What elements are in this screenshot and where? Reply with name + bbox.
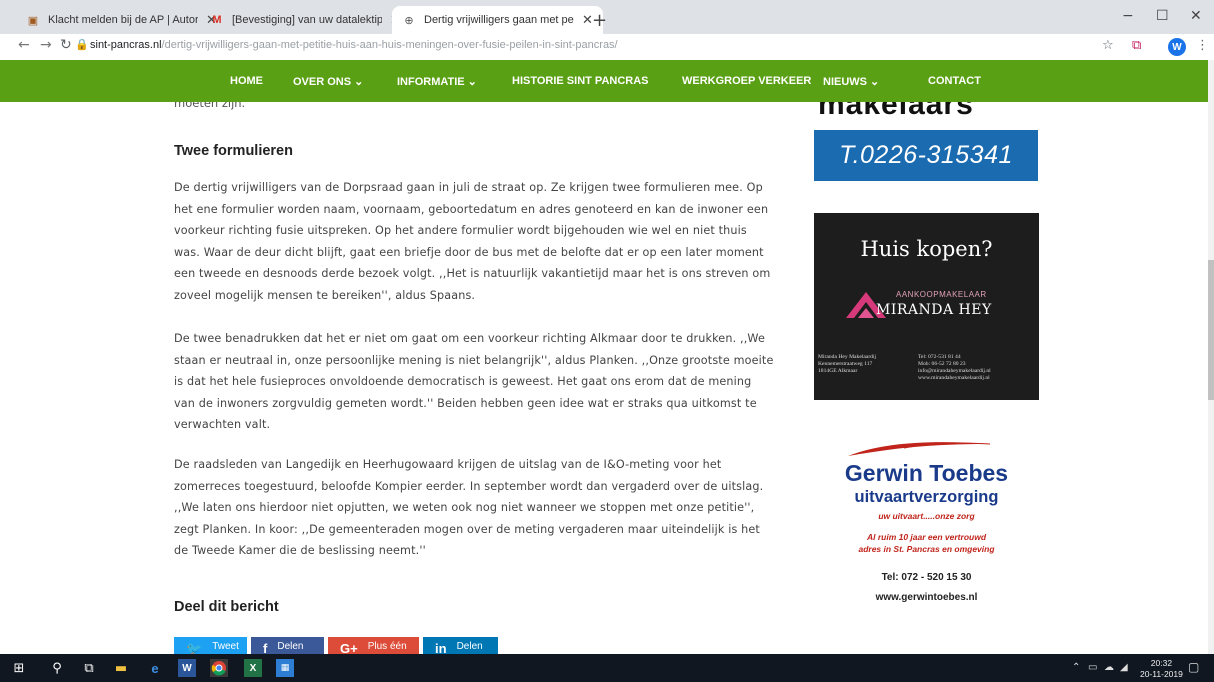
nav-home[interactable]: HOME (230, 75, 263, 87)
wifi-icon[interactable]: ◢ (1120, 662, 1128, 673)
word-icon[interactable]: W (178, 659, 196, 677)
gmail-icon: M (212, 14, 222, 26)
ap-icon: ▣ (27, 14, 39, 27)
ad-tagline-line: adres in St. Pancras en omgeving (858, 544, 995, 554)
ad-info-left: Miranda Hey Makelaardij Kennemerstraatwe… (818, 354, 877, 374)
ad-tagline: uw uitvaart.....onze zorg (878, 511, 975, 521)
ad-gerwin-toebes[interactable]: Gerwin Toebes uitvaartverzorging uw uitv… (814, 432, 1039, 622)
nav-werkgroep-verkeer[interactable]: WERKGROEP VERKEER (682, 75, 811, 87)
extension-icon[interactable]: ⧉ (1132, 38, 1141, 53)
nav-over-ons[interactable]: OVER ONS ⌄ (293, 75, 363, 88)
edge-icon[interactable]: e (146, 659, 164, 677)
browser-tab-2[interactable]: M [Bevestiging] van uw datalektip - ✕ (200, 6, 411, 34)
share-facebook-button[interactable]: f Delen (251, 637, 324, 654)
paragraph-1: De dertig vrijwilligers van de Dorpsraad… (174, 181, 771, 302)
url-domain: sint-pancras.nl (90, 39, 162, 51)
linkedin-icon: in (435, 641, 447, 654)
address-bar[interactable]: sint-pancras.nl/dertig-vrijwilligers-gaa… (90, 39, 618, 51)
ad-miranda-hey[interactable]: Huis kopen? AANKOOPMAKELAAR MIRANDA HEY … (814, 213, 1039, 400)
menu-kebab-icon[interactable]: ⋮ (1196, 38, 1209, 53)
tray-chevron-icon[interactable]: ⌃ (1072, 662, 1080, 673)
windows-start-icon[interactable]: ⊞ (10, 659, 28, 677)
ad-company-sub: uitvaartverzorging (854, 488, 999, 506)
page-scrollbar[interactable] (1208, 60, 1214, 654)
site-navigation: HOME OVER ONS ⌄ INFORMATIE ⌄ HISTORIE SI… (0, 60, 1208, 102)
share-linkedin-button[interactable]: in Delen (423, 637, 498, 654)
window-close-icon[interactable]: ✕ (1190, 8, 1202, 24)
sidebar-heading-cut: makelaars (818, 102, 974, 121)
clock-date: 20-11-2019 (1140, 669, 1183, 679)
browser-tab-1[interactable]: ▣ Klacht melden bij de AP | Autorit ✕ (16, 6, 227, 34)
tab-title: Klacht melden bij de AP | Autorit (48, 14, 198, 26)
taskbar-clock[interactable]: 20:32 20-11-2019 (1140, 658, 1183, 680)
file-explorer-icon[interactable]: ▬ (112, 659, 130, 677)
cut-off-text: moeten zijn. (174, 102, 246, 110)
reload-icon[interactable]: ↻ (60, 37, 72, 53)
forward-icon[interactable]: → (40, 37, 52, 53)
tab-title: [Bevestiging] van uw datalektip - (232, 14, 382, 26)
maximize-icon[interactable]: ☐ (1156, 8, 1169, 24)
ad-phone: Tel: 072 - 520 15 30 (881, 572, 972, 583)
sidebar-phone-banner[interactable]: T.0226-315341 (814, 130, 1038, 181)
facebook-icon: f (263, 641, 268, 654)
excel-icon[interactable]: X (244, 659, 262, 677)
ad-brand-big: MIRANDA HEY (876, 302, 992, 318)
ad-website: www.gerwintoebes.nl (875, 592, 978, 603)
nav-informatie[interactable]: INFORMATIE ⌄ (397, 75, 477, 88)
chrome-logo (211, 661, 226, 676)
ad-title: Huis kopen? (860, 237, 993, 261)
paragraph-3: De raadsleden van Langedijk en Heerhugow… (174, 458, 764, 557)
back-icon[interactable]: ← (18, 37, 30, 53)
browser-tab-3-active[interactable]: ⊕ Dertig vrijwilligers gaan met pet ✕ (392, 6, 603, 34)
scrollbar-thumb[interactable] (1208, 260, 1214, 400)
ad-info-right: Tel: 072-531 81 44 Mob: 06-52 72 80 23 i… (918, 354, 991, 381)
share-label: Delen (456, 641, 483, 652)
heading-deel-dit-bericht: Deel dit bericht (174, 599, 279, 615)
share-googleplus-button[interactable]: G+ Plus één (328, 637, 419, 654)
browser-toolbar: ← → ↻ 🔒 sint-pancras.nl/dertig-vrijwilli… (0, 34, 1214, 60)
task-view-icon[interactable]: ⧉ (80, 659, 98, 677)
tab-title: Dertig vrijwilligers gaan met pet (424, 14, 574, 26)
cloud-icon[interactable]: ☁ (1104, 662, 1114, 673)
search-icon[interactable]: ⚲ (48, 659, 66, 677)
nav-contact[interactable]: CONTACT (928, 75, 981, 87)
ad-tagline-2: Al ruim 10 jaar een vertrouwd adres in S… (814, 531, 1039, 555)
bookmark-star-icon[interactable]: ☆ (1102, 38, 1114, 53)
ad-tagline-line: Al ruim 10 jaar een vertrouwd (866, 532, 987, 542)
new-tab-icon[interactable]: + (592, 10, 607, 31)
googleplus-icon: G+ (340, 641, 358, 654)
paragraph-2: De twee benadrukken dat het er niet om g… (174, 332, 774, 431)
profile-avatar[interactable]: W (1168, 38, 1186, 56)
twitter-icon: 🐦 (186, 641, 203, 654)
chrome-icon[interactable] (210, 659, 228, 677)
ad-company-name: Gerwin Toebes (844, 460, 1009, 486)
heading-twee-formulieren: Twee formulieren (174, 143, 293, 159)
url-path: /dertig-vrijwilligers-gaan-met-petitie-h… (161, 39, 618, 51)
share-label: Tweet (212, 641, 239, 652)
share-label: Delen (277, 641, 304, 652)
share-label: Plus één (367, 641, 407, 652)
windows-taskbar: ⊞ ⚲ ⧉ ▬ e W X ▦ ⌃ ▭ ☁ ◢ 20:32 20-11-2019… (0, 654, 1214, 682)
notification-icon[interactable]: ▢ (1188, 660, 1199, 674)
globe-icon: ⊕ (404, 14, 414, 27)
page-content: moeten zijn. Twee formulieren De dertig … (0, 102, 1208, 654)
ad-brand-small: AANKOOPMAKELAAR (896, 290, 987, 299)
browser-tab-strip: ▣ Klacht melden bij de AP | Autorit ✕ M … (0, 0, 1214, 34)
swoosh-logo-icon (848, 442, 991, 456)
photos-icon[interactable]: ▦ (276, 659, 294, 677)
clock-time: 20:32 (1150, 658, 1173, 668)
nav-nieuws[interactable]: NIEUWS ⌄ (823, 75, 879, 88)
lock-icon: 🔒 (75, 38, 89, 51)
share-twitter-button[interactable]: 🐦 Tweet (174, 637, 247, 654)
nav-historie[interactable]: HISTORIE SINT PANCRAS (512, 75, 649, 87)
minimize-icon[interactable]: − (1122, 8, 1134, 24)
battery-icon[interactable]: ▭ (1088, 662, 1097, 673)
